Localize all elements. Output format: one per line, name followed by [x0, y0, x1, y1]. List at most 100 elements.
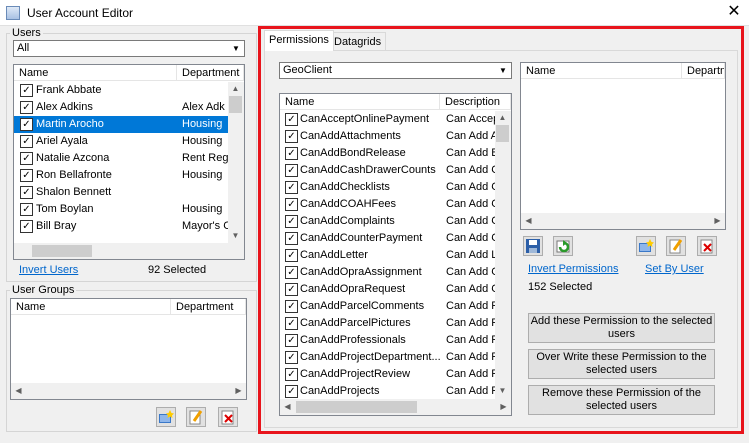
- column-header-department[interactable]: Department: [682, 63, 725, 79]
- scroll-thumb[interactable]: [296, 401, 417, 413]
- row-checkbox[interactable]: ✓: [285, 368, 298, 381]
- row-checkbox[interactable]: ✓: [285, 147, 298, 160]
- row-checkbox[interactable]: ✓: [285, 130, 298, 143]
- row-checkbox[interactable]: ✓: [20, 84, 33, 97]
- column-header-description[interactable]: Description: [440, 94, 511, 110]
- table-row[interactable]: ✓ Shalon Bennett: [14, 184, 228, 201]
- permissions-vertical-scrollbar[interactable]: ▲ ▼: [495, 111, 511, 399]
- close-icon[interactable]: ✕: [722, 2, 746, 22]
- table-row[interactable]: ✓ CanAddOpraRequest Can Add C: [280, 281, 495, 298]
- permission-users-horizontal-scrollbar[interactable]: ◀ ▶: [521, 213, 725, 229]
- row-checkbox[interactable]: ✓: [285, 351, 298, 364]
- row-checkbox[interactable]: ✓: [20, 135, 33, 148]
- table-row[interactable]: ✓ Ariel Ayala Housing: [14, 133, 228, 150]
- user-groups-horizontal-scrollbar[interactable]: ◀ ▶: [11, 383, 246, 399]
- row-checkbox[interactable]: ✓: [285, 215, 298, 228]
- table-row[interactable]: ✓ CanAcceptOnlinePayment Can Accep: [280, 111, 495, 128]
- add-permissions-button[interactable]: Add these Permission to the selected use…: [528, 313, 715, 343]
- row-checkbox[interactable]: ✓: [285, 266, 298, 279]
- users-horizontal-scrollbar[interactable]: [14, 243, 244, 259]
- scroll-thumb[interactable]: [32, 245, 92, 257]
- delete-group-button[interactable]: [218, 407, 238, 427]
- set-by-user-link[interactable]: Set By User: [645, 263, 704, 275]
- invert-permissions-link[interactable]: Invert Permissions: [528, 263, 618, 275]
- table-row[interactable]: ✓ CanAddComplaints Can Add C: [280, 213, 495, 230]
- tab-datagrids[interactable]: Datagrids: [329, 32, 387, 51]
- row-checkbox[interactable]: ✓: [285, 181, 298, 194]
- table-row[interactable]: ✓ Ron Bellafronte Housing: [14, 167, 228, 184]
- chevron-down-icon[interactable]: ▼: [495, 63, 511, 78]
- scroll-thumb[interactable]: [496, 125, 509, 142]
- row-checkbox[interactable]: ✓: [285, 334, 298, 347]
- table-row[interactable]: ✓ Frank Abbate: [14, 82, 228, 99]
- chevron-down-icon[interactable]: ▼: [228, 41, 244, 56]
- scroll-left-icon[interactable]: ◀: [280, 401, 295, 413]
- permissions-horizontal-scrollbar[interactable]: ◀ ▶: [280, 399, 511, 415]
- table-row[interactable]: ✓ Tom Boylan Housing: [14, 201, 228, 218]
- delete-permission-button[interactable]: [697, 236, 717, 256]
- column-header-department[interactable]: Department: [177, 65, 244, 81]
- row-checkbox[interactable]: ✓: [20, 101, 33, 114]
- table-row[interactable]: ✓ CanAddCounterPayment Can Add C: [280, 230, 495, 247]
- users-list[interactable]: Name Department ✓ Frank Abbate ✓ Alex Adkin…: [13, 64, 245, 260]
- table-row[interactable]: ✓ CanAddProfessionals Can Add F: [280, 332, 495, 349]
- invert-users-link[interactable]: Invert Users: [19, 264, 78, 276]
- users-filter-select[interactable]: All ▼: [13, 40, 245, 57]
- scroll-right-icon[interactable]: ▶: [710, 215, 725, 227]
- row-checkbox[interactable]: ✓: [285, 300, 298, 313]
- row-checkbox[interactable]: ✓: [20, 169, 33, 182]
- row-checkbox[interactable]: ✓: [285, 385, 298, 398]
- column-header-name[interactable]: Name: [14, 65, 177, 81]
- column-header-name[interactable]: Name: [11, 299, 171, 315]
- save-button[interactable]: [523, 236, 543, 256]
- row-checkbox[interactable]: ✓: [20, 203, 33, 216]
- refresh-button[interactable]: [553, 236, 573, 256]
- scroll-left-icon[interactable]: ◀: [11, 385, 26, 397]
- table-row[interactable]: ✓ CanAddProjectDepartment... Can Add F: [280, 349, 495, 366]
- table-row[interactable]: ✓ CanAddOpraAssignment Can Add C: [280, 264, 495, 281]
- row-checkbox[interactable]: ✓: [285, 249, 298, 262]
- scroll-thumb[interactable]: [229, 96, 242, 113]
- row-checkbox[interactable]: ✓: [285, 198, 298, 211]
- scroll-right-icon[interactable]: ▶: [231, 385, 246, 397]
- tab-permissions[interactable]: Permissions: [264, 30, 334, 51]
- row-checkbox[interactable]: ✓: [285, 232, 298, 245]
- column-header-name[interactable]: Name: [521, 63, 682, 79]
- new-permission-button[interactable]: [636, 236, 656, 256]
- scroll-down-icon[interactable]: ▼: [495, 385, 510, 397]
- table-row[interactable]: ✓ CanAddAttachments Can Add A: [280, 128, 495, 145]
- row-checkbox[interactable]: ✓: [285, 283, 298, 296]
- permission-users-list[interactable]: Name Department ◀ ▶: [520, 62, 726, 230]
- column-header-name[interactable]: Name: [280, 94, 440, 110]
- table-row[interactable]: ✓ CanAddBondRelease Can Add B: [280, 145, 495, 162]
- table-row[interactable]: ✓ Natalie Azcona Rent Reg: [14, 150, 228, 167]
- table-row[interactable]: ✓ CanAddParcelComments Can Add F: [280, 298, 495, 315]
- scroll-left-icon[interactable]: ◀: [521, 215, 536, 227]
- table-row[interactable]: ✓ CanAddLetter Can Add L: [280, 247, 495, 264]
- row-checkbox[interactable]: ✓: [20, 220, 33, 233]
- edit-permission-button[interactable]: [666, 236, 686, 256]
- scroll-down-icon[interactable]: ▼: [228, 230, 243, 242]
- table-row[interactable]: ✓ CanAddCashDrawerCounts Can Add C: [280, 162, 495, 179]
- row-checkbox[interactable]: ✓: [20, 152, 33, 165]
- row-checkbox[interactable]: ✓: [285, 164, 298, 177]
- scroll-up-icon[interactable]: ▲: [228, 83, 243, 95]
- row-checkbox[interactable]: ✓: [285, 317, 298, 330]
- table-row[interactable]: ✓ CanAddChecklists Can Add C: [280, 179, 495, 196]
- edit-group-button[interactable]: [186, 407, 206, 427]
- row-checkbox[interactable]: ✓: [20, 118, 33, 131]
- table-row[interactable]: ✓ Bill Bray Mayor's C: [14, 218, 228, 235]
- table-row[interactable]: ✓ Martin Arocho Housing: [14, 116, 228, 133]
- user-groups-list[interactable]: Name Department ◀ ▶: [10, 298, 247, 400]
- overwrite-permissions-button[interactable]: Over Write these Permission to the selec…: [528, 349, 715, 379]
- table-row[interactable]: ✓ CanAddCOAHFees Can Add C: [280, 196, 495, 213]
- module-select[interactable]: GeoClient ▼: [279, 62, 512, 79]
- table-row[interactable]: ✓ CanAddProjects Can Add F: [280, 383, 495, 400]
- table-row[interactable]: ✓ Alex Adkins Alex Adk: [14, 99, 228, 116]
- row-checkbox[interactable]: ✓: [285, 113, 298, 126]
- users-vertical-scrollbar[interactable]: ▲ ▼: [228, 82, 244, 243]
- row-checkbox[interactable]: ✓: [20, 186, 33, 199]
- remove-permissions-button[interactable]: Remove these Permission of the selected …: [528, 385, 715, 415]
- table-row[interactable]: ✓ CanAddParcelPictures Can Add F: [280, 315, 495, 332]
- column-header-department[interactable]: Department: [171, 299, 246, 315]
